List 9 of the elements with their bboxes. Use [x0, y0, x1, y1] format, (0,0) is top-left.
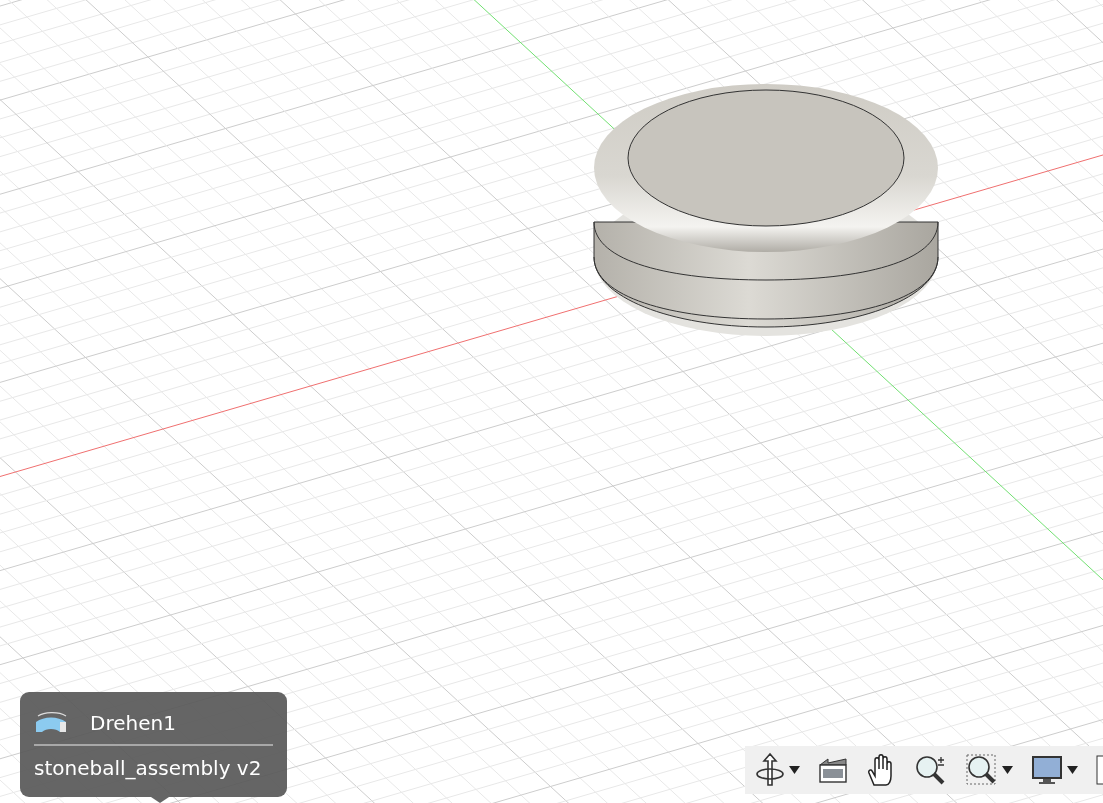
document-name: stoneball_assembly v2 [34, 756, 263, 780]
orbit-icon [755, 752, 785, 788]
feature-name: Drehen1 [90, 711, 176, 735]
caret-icon [1067, 766, 1078, 774]
caret-icon [789, 766, 800, 774]
caret-icon [1002, 766, 1013, 774]
window-icon [818, 756, 848, 784]
zoom-window-icon [966, 754, 998, 786]
monitor-icon [1031, 754, 1063, 786]
